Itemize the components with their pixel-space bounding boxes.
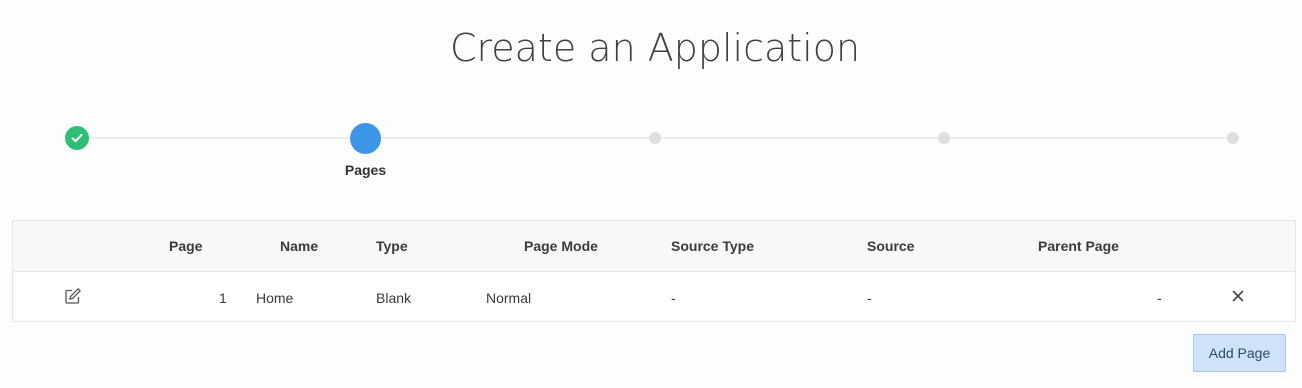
add-page-button[interactable]: Add Page xyxy=(1193,334,1286,372)
column-header-source: Source xyxy=(867,238,915,254)
column-header-source-type: Source Type xyxy=(671,238,754,254)
wizard-step-done xyxy=(65,126,89,150)
wizard-step-label: Pages xyxy=(344,162,387,178)
column-header-page-mode: Page Mode xyxy=(524,238,598,254)
cell-source-type: - xyxy=(671,290,676,306)
wizard-step-future xyxy=(938,132,950,144)
column-header-name: Name xyxy=(280,238,319,254)
column-header-page: Page xyxy=(169,238,203,254)
edit-pencil-icon xyxy=(65,288,81,304)
grid-header: Page Name Type Page Mode Source Type Sou… xyxy=(13,221,1295,272)
table-row: 1 Home Blank Normal - - - xyxy=(13,272,1295,322)
cell-name: Home xyxy=(256,290,294,306)
check-icon xyxy=(71,133,83,143)
close-x-icon xyxy=(1232,290,1244,302)
edit-page-button[interactable] xyxy=(63,286,83,306)
column-header-type: Type xyxy=(376,238,408,254)
wizard-progress: Pages xyxy=(0,0,1302,200)
pages-grid: Page Name Type Page Mode Source Type Sou… xyxy=(12,220,1296,322)
wizard-step-future xyxy=(1227,132,1239,144)
wizard-step-future xyxy=(649,132,661,144)
cell-page: 1 xyxy=(219,290,227,306)
cell-type: Blank xyxy=(376,290,412,306)
column-header-parent-page: Parent Page xyxy=(1038,238,1119,254)
delete-page-button[interactable] xyxy=(1228,286,1248,306)
cell-parent-page: - xyxy=(1157,290,1162,306)
cell-page-mode: Normal xyxy=(486,290,532,306)
cell-source: - xyxy=(867,290,872,306)
wizard-step-current xyxy=(350,123,381,154)
